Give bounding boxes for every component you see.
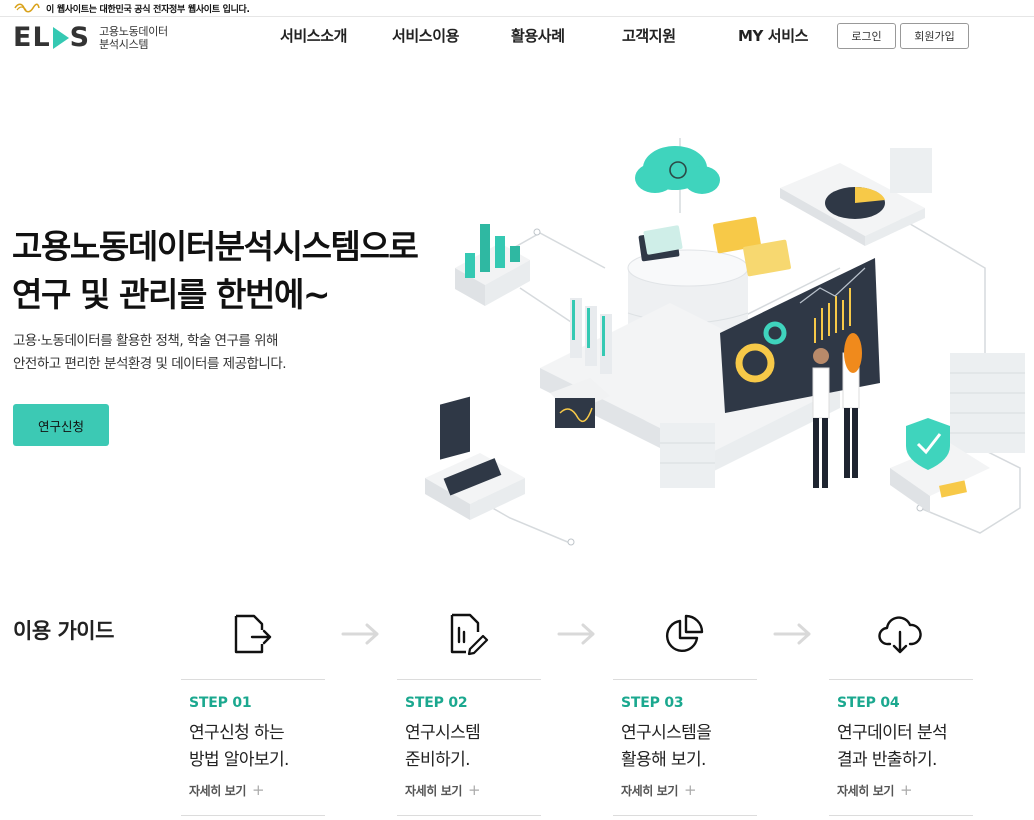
step-description-line1: 연구시스템을 xyxy=(621,723,712,743)
plus-icon: + xyxy=(251,781,265,799)
research-apply-button[interactable]: 연구신청 xyxy=(13,404,109,446)
step-description-line1: 연구시스템 xyxy=(405,723,481,743)
plus-icon: + xyxy=(467,781,481,799)
logo-mark-right: S xyxy=(69,22,91,53)
signup-button[interactable]: 회원가입 xyxy=(900,23,969,49)
hero-title-line1: 고용노동데이터분석시스템으로 xyxy=(12,227,419,266)
guide-title: 이용 가이드 xyxy=(13,619,114,643)
step-card-1: STEP 01 연구신청 하는 방법 알아보기. 자세히 보기 + xyxy=(181,679,325,816)
logo-play-icon xyxy=(52,26,69,49)
nav-item-service-intro[interactable]: 서비스소개 xyxy=(280,25,347,46)
step-description-line2: 결과 반출하기. xyxy=(837,750,937,770)
logo-subtitle: 고용노동데이터 분석시스템 xyxy=(99,25,168,51)
hero-description-line2: 안전하고 편리한 분석환경 및 데이터를 제공합니다. xyxy=(13,356,287,372)
document-edit-icon xyxy=(450,613,489,656)
step-label: STEP 02 xyxy=(405,695,468,711)
pie-chart-icon xyxy=(665,614,704,653)
nav-item-my-service[interactable]: MY 서비스 xyxy=(738,25,808,46)
step-description: 연구시스템을 활용해 보기. xyxy=(621,720,757,774)
step-detail-link[interactable]: 자세히 보기 + xyxy=(621,781,757,799)
hero-description: 고용·노동데이터를 활용한 정책, 학술 연구를 위해 안전하고 편리한 분석환… xyxy=(13,330,287,376)
plus-icon: + xyxy=(683,781,697,799)
step-label: STEP 01 xyxy=(189,695,252,711)
login-button[interactable]: 로그인 xyxy=(837,23,896,49)
nav-item-support[interactable]: 고객지원 xyxy=(622,25,676,46)
step-detail-link-label: 자세히 보기 xyxy=(621,783,678,798)
document-export-icon xyxy=(234,614,272,654)
step-label: STEP 03 xyxy=(621,695,684,711)
laptop-block xyxy=(425,396,525,520)
site-logo[interactable]: EL S 고용노동데이터 분석시스템 xyxy=(13,22,168,53)
step-description-line2: 준비하기. xyxy=(405,750,471,770)
hero-illustration xyxy=(425,138,1025,546)
site-header: EL S 고용노동데이터 분석시스템 서비스소개 서비스이용 활용사례 고객지원 … xyxy=(0,17,1034,55)
gov-banner-text: 이 웹사이트는 대한민국 공식 전자정부 웹사이트 입니다. xyxy=(46,4,250,15)
cloud-download-icon xyxy=(878,616,922,654)
step-card-3: STEP 03 연구시스템을 활용해 보기. 자세히 보기 + xyxy=(613,679,757,816)
logo-subtitle-line1: 고용노동데이터 xyxy=(99,24,168,38)
hero-description-line1: 고용·노동데이터를 활용한 정책, 학술 연구를 위해 xyxy=(13,333,278,349)
step-description-line1: 연구데이터 분석 xyxy=(837,723,948,743)
step-description-line2: 방법 알아보기. xyxy=(189,750,289,770)
right-server-stack xyxy=(890,148,1025,453)
step-description-line1: 연구신청 하는 xyxy=(189,723,285,743)
small-server xyxy=(660,423,715,488)
step-description: 연구신청 하는 방법 알아보기. xyxy=(189,720,325,774)
step-detail-link-label: 자세히 보기 xyxy=(837,783,894,798)
step-label: STEP 04 xyxy=(837,695,900,711)
step-arrow-icon xyxy=(557,623,595,645)
step-detail-link[interactable]: 자세히 보기 + xyxy=(837,781,973,799)
logo-mark-left: EL xyxy=(13,22,51,53)
step-description: 연구시스템 준비하기. xyxy=(405,720,541,774)
cloud-sync-icon xyxy=(635,146,720,194)
nav-item-service-use[interactable]: 서비스이용 xyxy=(392,25,459,46)
plus-icon: + xyxy=(899,781,913,799)
step-arrow-icon xyxy=(341,623,379,645)
step-detail-link-label: 자세히 보기 xyxy=(405,783,462,798)
gov-emblem-icon xyxy=(14,3,40,13)
logo-mark: EL S xyxy=(13,22,90,53)
bar-chart-block xyxy=(455,224,530,306)
gov-banner: 이 웹사이트는 대한민국 공식 전자정부 웹사이트 입니다. xyxy=(0,0,1034,17)
step-card-4: STEP 04 연구데이터 분석 결과 반출하기. 자세히 보기 + xyxy=(829,679,973,816)
step-detail-link[interactable]: 자세히 보기 + xyxy=(405,781,541,799)
step-detail-link-label: 자세히 보기 xyxy=(189,783,246,798)
step-detail-link[interactable]: 자세히 보기 + xyxy=(189,781,325,799)
nav-item-use-cases[interactable]: 활용사례 xyxy=(511,25,565,46)
step-description: 연구데이터 분석 결과 반출하기. xyxy=(837,720,973,774)
step-card-2: STEP 02 연구시스템 준비하기. 자세히 보기 + xyxy=(397,679,541,816)
step-description-line2: 활용해 보기. xyxy=(621,750,706,770)
logo-subtitle-line2: 분석시스템 xyxy=(99,37,149,51)
hero-title-line2: 연구 및 관리를 한번에~ xyxy=(12,275,331,314)
hero-title: 고용노동데이터분석시스템으로 연구 및 관리를 한번에~ xyxy=(12,223,419,319)
step-arrow-icon xyxy=(773,623,811,645)
